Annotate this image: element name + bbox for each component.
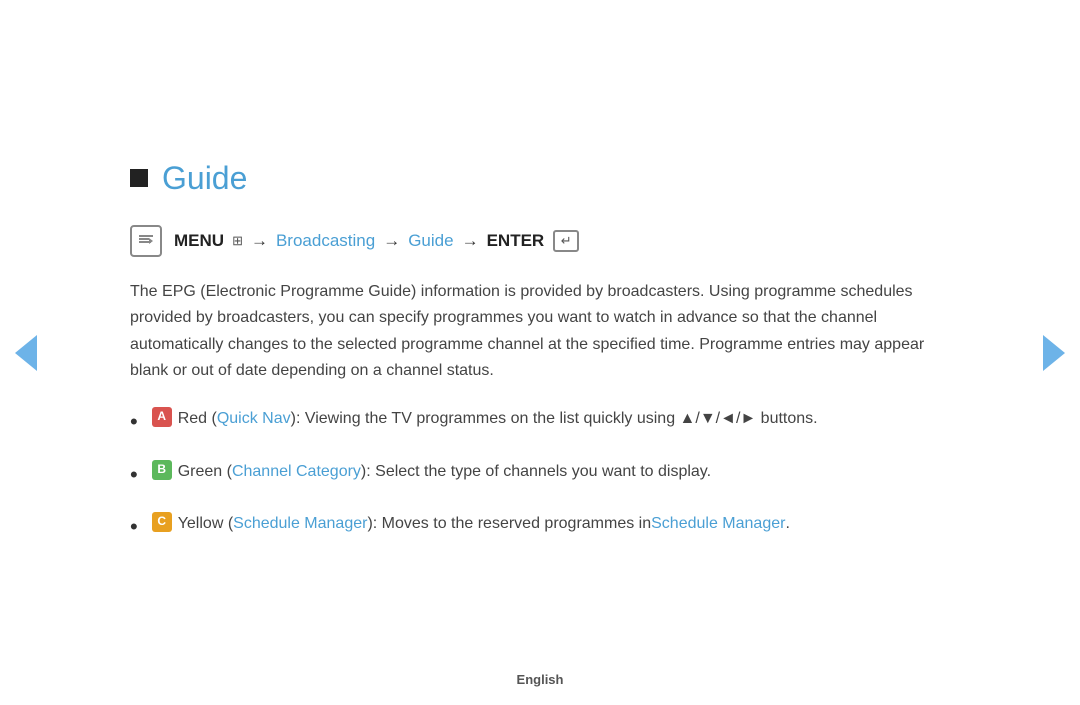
left-arrow-icon (15, 335, 37, 371)
channel-category-link[interactable]: Channel Category (232, 459, 361, 485)
enter-label: ENTER (487, 231, 545, 251)
bullet-dot: • (130, 509, 138, 545)
content-area: Guide MENU ⊞ → Broadcasting → Guide → EN… (130, 120, 950, 585)
color-name-yellow: Yellow ( (178, 511, 233, 537)
bullet-content: B Green (Channel Category): Select the t… (152, 459, 711, 485)
nav-left-button[interactable] (12, 328, 40, 378)
page-container: Guide MENU ⊞ → Broadcasting → Guide → EN… (0, 0, 1080, 705)
bullet-2-text: ): Select the type of channels you want … (361, 459, 711, 485)
right-arrow-icon (1043, 335, 1065, 371)
yellow-badge: C (152, 512, 172, 532)
list-item: • A Red (Quick Nav): Viewing the TV prog… (130, 406, 950, 440)
footer-language: English (517, 672, 564, 687)
bullet-3-text: ): Moves to the reserved programmes in (367, 511, 651, 537)
nav-arrow-2: → (383, 231, 400, 251)
menu-grid-icon: ⊞ (232, 233, 243, 249)
color-name-green: Green ( (178, 459, 232, 485)
bullet-1-text: ): Viewing the TV programmes on the list… (291, 406, 818, 432)
bullet-3-suffix: . (785, 511, 789, 537)
menu-icon (130, 225, 162, 257)
bullet-content: C Yellow (Schedule Manager): Moves to th… (152, 511, 790, 537)
nav-arrow-3: → (462, 231, 479, 251)
bullet-content: A Red (Quick Nav): Viewing the TV progra… (152, 406, 818, 432)
color-name-red: Red ( (178, 406, 217, 432)
schedule-manager-link-1[interactable]: Schedule Manager (233, 511, 367, 537)
bullet-dot: • (130, 457, 138, 493)
schedule-manager-link-2[interactable]: Schedule Manager (651, 511, 785, 537)
body-paragraph: The EPG (Electronic Programme Guide) inf… (130, 279, 950, 385)
quick-nav-link[interactable]: Quick Nav (217, 406, 291, 432)
title-row: Guide (130, 160, 950, 197)
title-square-icon (130, 169, 148, 187)
red-badge: A (152, 407, 172, 427)
page-title: Guide (162, 160, 247, 197)
guide-link[interactable]: Guide (408, 231, 453, 251)
list-item: • B Green (Channel Category): Select the… (130, 459, 950, 493)
menu-label: MENU (174, 231, 224, 251)
enter-icon: ↵ (553, 230, 579, 252)
footer: English (517, 672, 564, 687)
nav-arrow-1: → (251, 231, 268, 251)
green-badge: B (152, 460, 172, 480)
nav-right-button[interactable] (1040, 328, 1068, 378)
bullet-list: • A Red (Quick Nav): Viewing the TV prog… (130, 406, 950, 545)
list-item: • C Yellow (Schedule Manager): Moves to … (130, 511, 950, 545)
menu-nav-row: MENU ⊞ → Broadcasting → Guide → ENTER ↵ (130, 225, 950, 257)
bullet-dot: • (130, 404, 138, 440)
broadcasting-link[interactable]: Broadcasting (276, 231, 375, 251)
